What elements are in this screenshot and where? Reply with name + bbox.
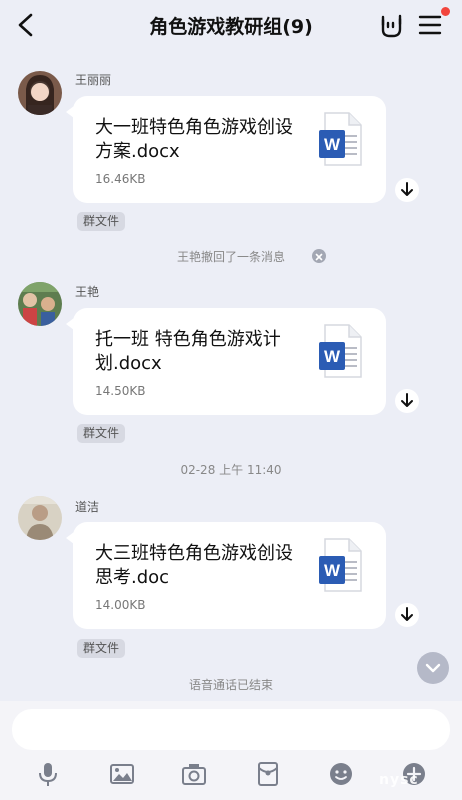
group-file-tag: 群文件 bbox=[77, 424, 126, 443]
word-document-icon: W bbox=[319, 538, 362, 592]
download-arrow-icon bbox=[401, 182, 413, 196]
bubble-tail bbox=[66, 106, 74, 118]
file-size: 14.00KB bbox=[95, 598, 146, 612]
message-input[interactable] bbox=[12, 709, 450, 750]
word-letter: W bbox=[324, 347, 341, 366]
word-letter: W bbox=[324, 561, 341, 580]
download-button[interactable] bbox=[395, 603, 419, 627]
emoji-icon[interactable] bbox=[327, 760, 355, 788]
bubble-tail bbox=[66, 318, 74, 330]
rock-hand-icon[interactable] bbox=[377, 11, 405, 39]
microphone-icon[interactable] bbox=[34, 760, 62, 788]
camera-icon[interactable] bbox=[180, 760, 208, 788]
sender-name: 王艳 bbox=[75, 285, 100, 299]
close-icon[interactable] bbox=[312, 249, 326, 263]
word-letter: W bbox=[324, 135, 341, 154]
file-message-bubble[interactable]: 大三班特色角色游戏创设思考.doc 14.00KB W bbox=[66, 522, 386, 629]
file-message-bubble[interactable]: 大一班特色角色游戏创设方案.docx 16.46KB W bbox=[66, 96, 386, 203]
image-icon[interactable] bbox=[108, 760, 136, 788]
download-button[interactable] bbox=[395, 389, 419, 413]
group-file-tag: 群文件 bbox=[77, 212, 126, 231]
group-file-tag: 群文件 bbox=[77, 639, 126, 658]
file-name: 托一班 特色角色游戏计划.docx bbox=[95, 329, 281, 374]
notification-dot bbox=[441, 7, 450, 16]
avatar-sender-1[interactable] bbox=[18, 71, 62, 115]
call-ended-notice: 语音通话已结束 bbox=[188, 678, 273, 692]
red-packet-icon[interactable] bbox=[254, 760, 282, 788]
download-arrow-icon bbox=[401, 393, 413, 407]
download-arrow-icon bbox=[401, 607, 413, 621]
download-button[interactable] bbox=[395, 178, 419, 202]
watermark: nysc bbox=[379, 772, 419, 788]
avatar-sender-3[interactable] bbox=[18, 496, 62, 540]
recall-notice: 王艳撤回了一条消息 bbox=[176, 250, 285, 264]
chat-header: 角色游戏教研组(9) bbox=[0, 0, 462, 52]
menu-icon[interactable] bbox=[416, 11, 444, 39]
file-size: 14.50KB bbox=[95, 384, 146, 398]
file-name: 大一班特色角色游戏创设方案.docx bbox=[95, 117, 293, 162]
sender-name: 道洁 bbox=[75, 500, 100, 514]
word-document-icon: W bbox=[319, 112, 362, 166]
bubble-tail bbox=[66, 532, 74, 544]
file-size: 16.46KB bbox=[95, 172, 146, 186]
timestamp: 02-28 上午 11:40 bbox=[180, 463, 282, 477]
avatar-sender-2[interactable] bbox=[18, 282, 62, 326]
word-document-icon: W bbox=[319, 324, 362, 378]
file-name: 大三班特色角色游戏创设思考.doc bbox=[95, 543, 293, 588]
sender-name: 王丽丽 bbox=[75, 73, 112, 87]
file-message-bubble[interactable]: 托一班 特色角色游戏计划.docx 14.50KB W bbox=[66, 308, 386, 415]
